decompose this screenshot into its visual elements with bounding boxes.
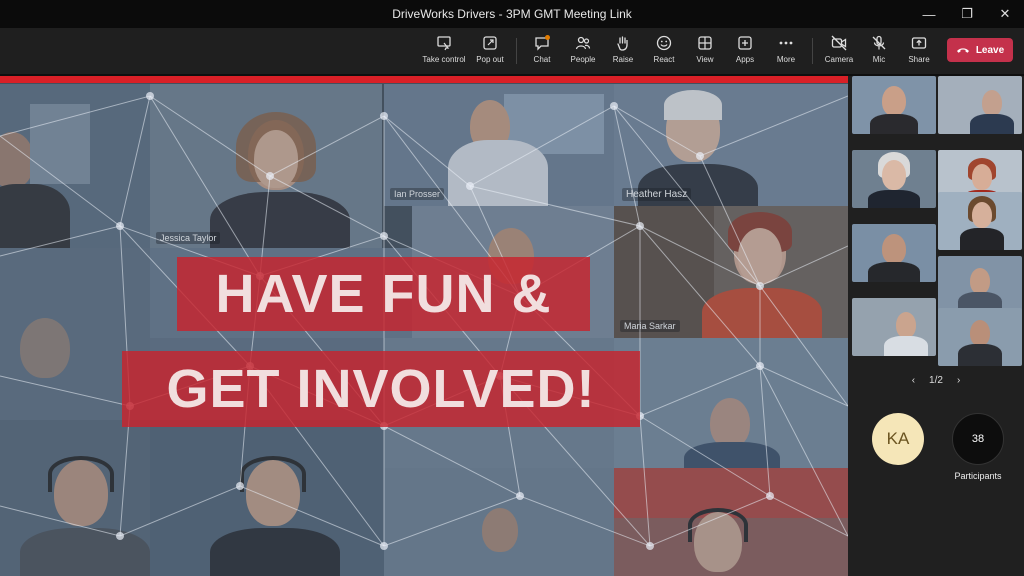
participant-thumbnail[interactable] xyxy=(852,150,936,208)
participant-thumbnail[interactable] xyxy=(852,224,936,282)
participant-thumbnail[interactable] xyxy=(938,256,1022,314)
participant-thumbnail[interactable] xyxy=(938,76,1022,134)
more-icon xyxy=(779,41,793,45)
leave-label: Leave xyxy=(975,44,1005,56)
view-icon xyxy=(698,36,712,50)
pop-out-button[interactable]: Pop out xyxy=(464,34,516,72)
banner-text-1: HAVE FUN & xyxy=(215,264,552,324)
people-icon xyxy=(575,36,591,50)
apps-icon xyxy=(738,36,752,50)
view-label: View xyxy=(696,55,714,64)
teams-meeting-window: DriveWorks Drivers - 3PM GMT Meeting Lin… xyxy=(0,0,1024,576)
slide-accent-bar xyxy=(0,76,848,83)
participant-thumbnail[interactable] xyxy=(938,308,1022,366)
take-control-label: Take control xyxy=(422,55,466,64)
chevron-right-icon[interactable]: › xyxy=(957,375,960,386)
participants-label: Participants xyxy=(954,471,1002,481)
pop-out-icon xyxy=(483,36,497,50)
meeting-toolbar: Take control Pop out Chat People Raise R… xyxy=(0,28,1024,74)
minimize-icon[interactable]: — xyxy=(910,0,948,28)
participant-thumbnail[interactable] xyxy=(852,298,936,356)
more-label: More xyxy=(776,55,796,64)
chat-icon xyxy=(535,35,550,51)
share-button[interactable]: Share xyxy=(893,34,945,72)
participant-count: 38 xyxy=(971,433,985,445)
banner-line-2: GET INVOLVED! xyxy=(122,351,640,427)
mic-off-icon xyxy=(872,35,886,50)
take-control-button[interactable]: Take control xyxy=(418,34,470,72)
react-label: React xyxy=(653,55,675,64)
chat-label: Chat xyxy=(533,55,551,64)
camera-label: Camera xyxy=(824,55,854,64)
phone-hangup-icon xyxy=(956,48,969,53)
gallery-pager: ‹ 1/2 › xyxy=(848,372,1024,388)
participant-count-button[interactable]: 38 xyxy=(952,413,1004,465)
close-icon[interactable]: ✕ xyxy=(986,0,1024,28)
share-icon xyxy=(911,37,927,49)
more-button[interactable]: More xyxy=(760,34,812,72)
pop-out-label: Pop out xyxy=(476,55,504,64)
camera-off-icon xyxy=(831,35,847,51)
raise-hand-icon xyxy=(617,36,628,51)
participant-side-panel xyxy=(848,76,1024,576)
window-controls: — ❐ ✕ xyxy=(910,0,1024,28)
participant-thumbnail[interactable] xyxy=(852,76,936,134)
chevron-left-icon[interactable]: ‹ xyxy=(912,375,915,386)
mic-label: Mic xyxy=(872,55,886,64)
restore-icon[interactable]: ❐ xyxy=(948,0,986,28)
avatar-initials: KA xyxy=(886,429,910,448)
leave-button[interactable]: Leave xyxy=(947,38,1013,62)
banner-line-1: HAVE FUN & xyxy=(177,257,590,331)
people-label: People xyxy=(570,55,596,64)
banner-text-2: GET INVOLVED! xyxy=(166,359,596,419)
take-control-icon xyxy=(437,36,451,51)
raise-label: Raise xyxy=(612,55,634,64)
window-title: DriveWorks Drivers - 3PM GMT Meeting Lin… xyxy=(392,7,632,21)
page-indicator: 1/2 xyxy=(929,374,943,386)
apps-label: Apps xyxy=(735,55,755,64)
avatar[interactable]: KA xyxy=(872,413,924,465)
title-bar: DriveWorks Drivers - 3PM GMT Meeting Lin… xyxy=(0,0,1024,28)
react-icon xyxy=(656,35,672,51)
share-label: Share xyxy=(908,55,930,64)
participant-thumbnail[interactable] xyxy=(938,192,1022,250)
